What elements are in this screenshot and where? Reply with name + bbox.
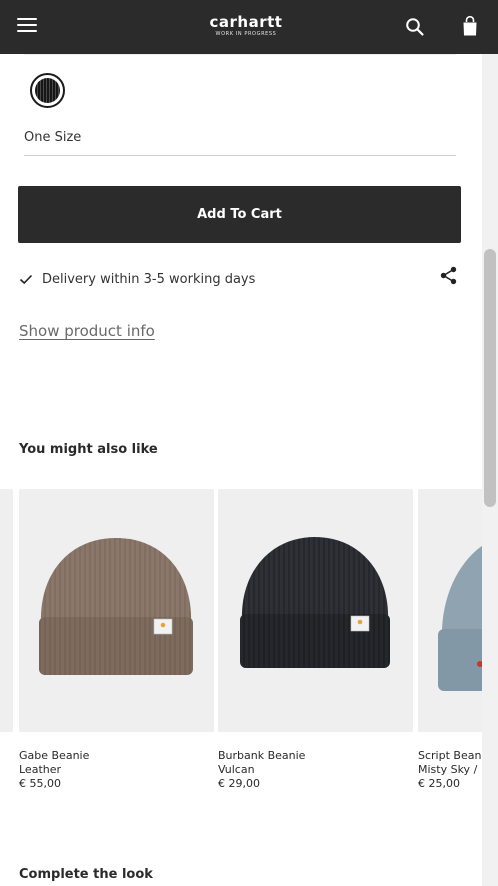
product-price: € 55,00 [19, 777, 61, 790]
delivery-info: Delivery within 3-5 working days [18, 269, 255, 289]
recommendations-title: You might also like [19, 442, 158, 457]
product-card[interactable]: Burbank Beanie Vulcan € 29,00 [218, 489, 413, 791]
site-header: carhartt WORK IN PROGRESS [0, 0, 498, 54]
size-selector[interactable]: One Size [24, 122, 456, 156]
scrollbar-thumb[interactable] [484, 249, 496, 507]
product-color: Vulcan [218, 763, 255, 776]
product-card[interactable]: Script Beanie Misty Sky / € 25,00 [418, 489, 482, 791]
hamburger-menu-icon[interactable] [17, 17, 37, 33]
product-image [19, 489, 214, 732]
size-value: One Size [24, 130, 82, 145]
recommendations-carousel[interactable]: Gabe Beanie Leather € 55,00 Burbank Bean… [0, 489, 482, 809]
product-name: Script Beanie [418, 749, 482, 762]
color-swatch[interactable] [30, 73, 65, 108]
scrollbar[interactable] [482, 54, 498, 886]
show-product-info-link[interactable]: Show product info [19, 322, 155, 340]
product-image [418, 489, 482, 732]
checkmark-icon [19, 274, 33, 285]
product-image [218, 489, 413, 732]
share-icon[interactable] [439, 266, 458, 285]
shopping-bag-icon[interactable] [460, 15, 480, 39]
product-price: € 25,00 [418, 777, 460, 790]
color-swatch-pattern [35, 78, 60, 103]
product-card[interactable]: Gabe Beanie Leather € 55,00 [19, 489, 214, 791]
complete-the-look-title: Complete the look [19, 867, 153, 882]
product-name: Burbank Beanie [218, 749, 306, 762]
search-icon[interactable] [404, 16, 426, 38]
divider [24, 54, 456, 55]
product-image [0, 489, 13, 732]
product-color: Leather [19, 763, 62, 776]
product-color: Misty Sky / [418, 763, 478, 776]
product-card-previous[interactable] [0, 489, 13, 732]
product-name: Gabe Beanie [19, 749, 90, 762]
delivery-text: Delivery within 3-5 working days [42, 271, 256, 287]
product-price: € 29,00 [218, 777, 260, 790]
logo-subtext: WORK IN PROGRESS [215, 31, 277, 37]
add-to-cart-button[interactable]: Add To Cart [18, 186, 461, 243]
logo-text: carhartt [209, 13, 283, 31]
carhartt-logo[interactable]: carhartt WORK IN PROGRESS [200, 14, 292, 38]
